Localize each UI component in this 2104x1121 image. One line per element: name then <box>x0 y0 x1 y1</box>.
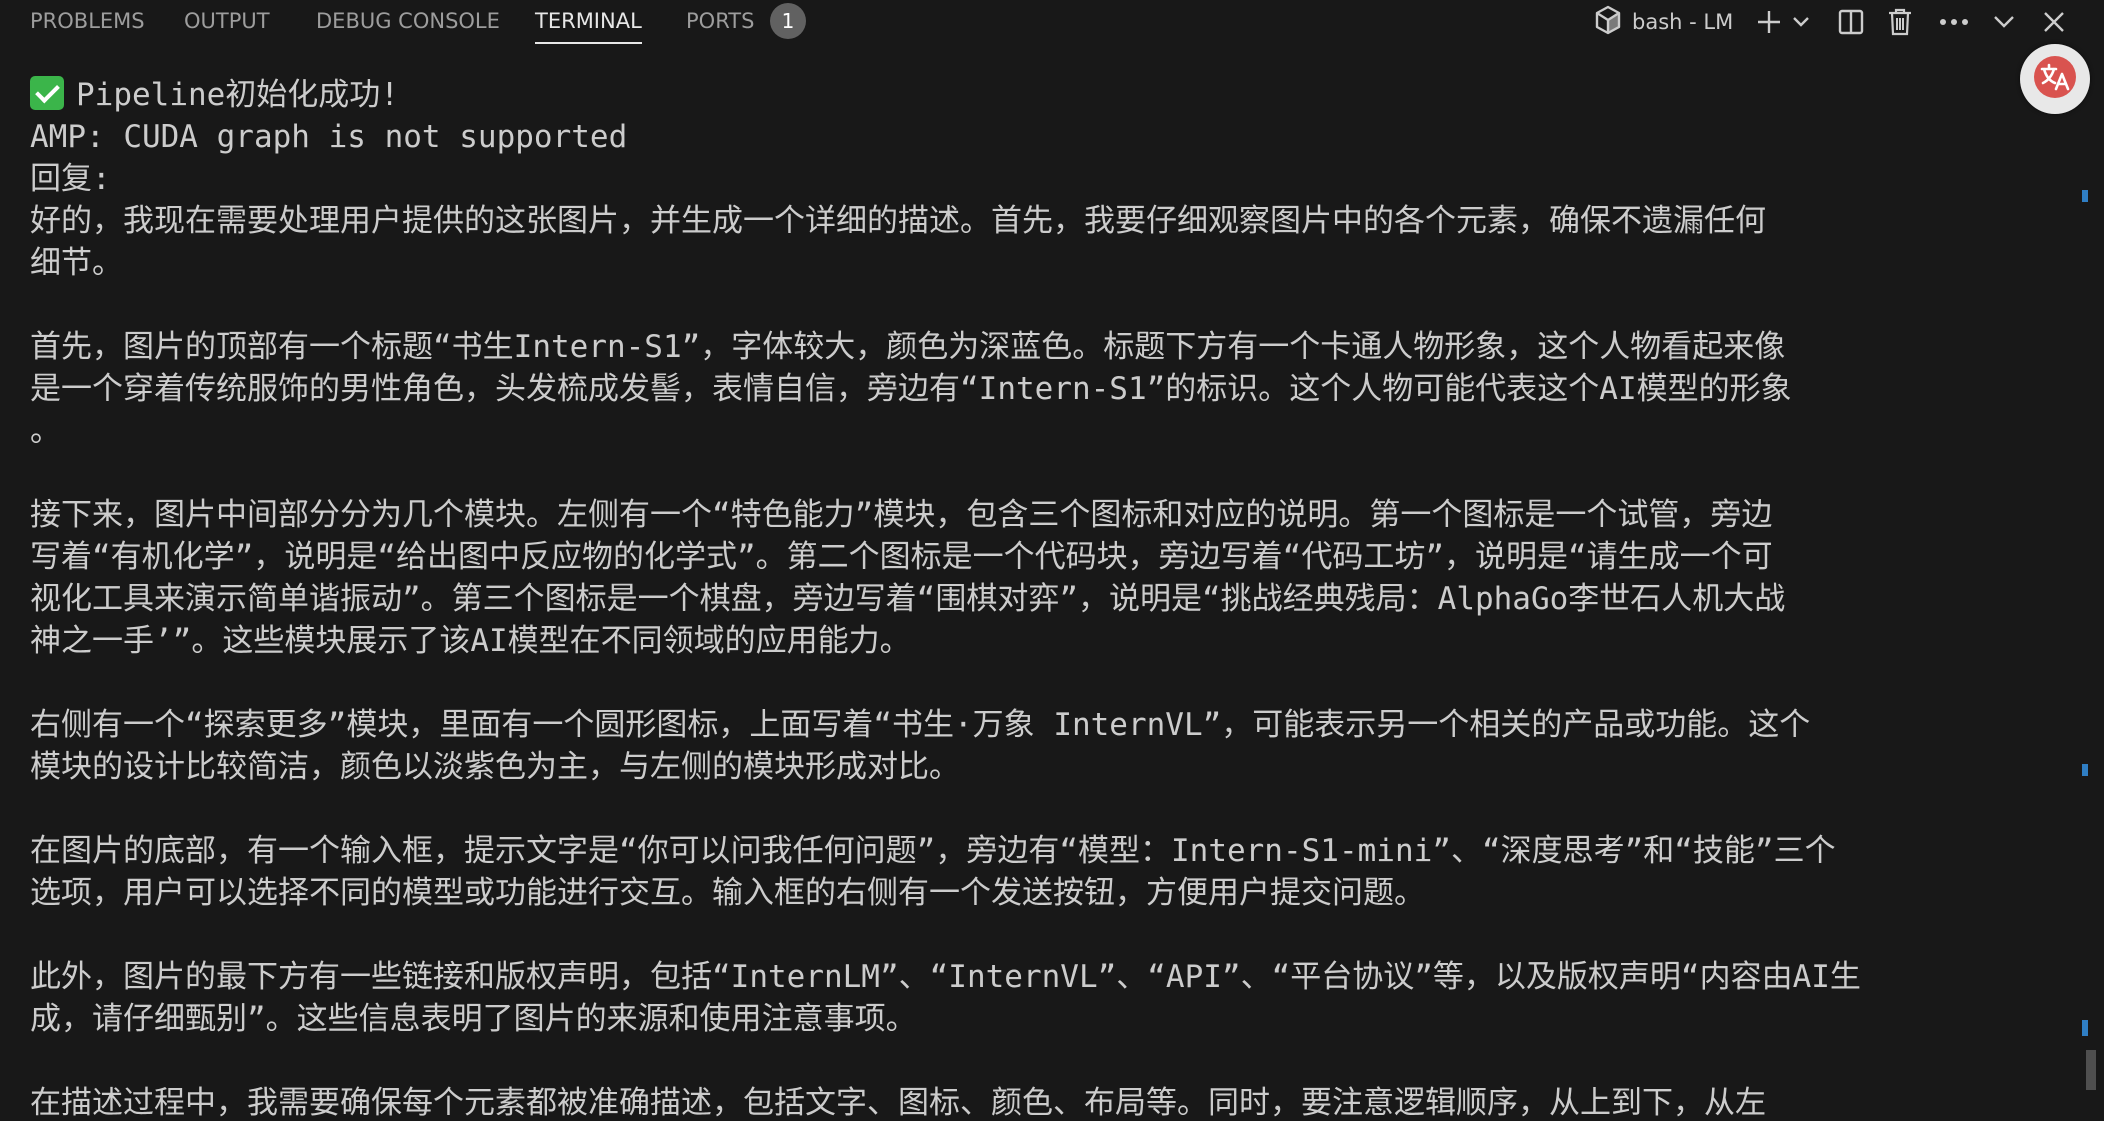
terminal-line: 首先，图片的顶部有一个标题“书生Intern-S1”，字体较大，颜色为深蓝色。标… <box>30 329 1786 365</box>
terminal-line: 好的，我现在需要处理用户提供的这张图片，并生成一个详细的描述。首先，我要仔细观察… <box>30 203 1766 239</box>
terminal-line: 右侧有一个“探索更多”模块，里面有一个圆形图标，上面写着“书生·万象 Inter… <box>30 707 1811 743</box>
terminal-line: 在图片的底部，有一个输入框，提示文字是“你可以问我任何问题”，旁边有“模型：In… <box>30 833 1836 869</box>
tab-debug-console[interactable]: DEBUG CONSOLE <box>316 0 500 44</box>
plus-icon[interactable] <box>1752 4 1786 40</box>
tab-terminal[interactable]: TERMINAL <box>535 0 642 44</box>
terminal-line: 在描述过程中，我需要确保每个元素都被准确描述，包括文字、图标、颜色、布局等。同时… <box>30 1085 1766 1121</box>
terminal-line: 此外，图片的最下方有一些链接和版权声明，包括“InternLM”、“Intern… <box>30 959 1861 995</box>
terminal-scrollbar[interactable] <box>2078 44 2092 1121</box>
maximize-panel-chevron-icon[interactable] <box>1986 4 2022 40</box>
terminal-line: AMP: CUDA graph is not supported <box>30 119 628 155</box>
trash-icon[interactable] <box>1882 4 1918 40</box>
scrollbar-marker <box>2082 1020 2088 1036</box>
terminal-line: 选项，用户可以选择不同的模型或功能进行交互。输入框的右侧有一个发送按钮，方便用户… <box>30 875 1425 911</box>
panel-header: PROBLEMS OUTPUT DEBUG CONSOLE TERMINAL P… <box>0 0 2104 44</box>
scrollbar-marker <box>2082 190 2088 202</box>
terminal-line: 成，请仔细甄别”。这些信息表明了图片的来源和使用注意事项。 <box>30 1001 917 1037</box>
ports-count-badge: 1 <box>770 3 806 39</box>
terminal-line: Pipeline初始化成功! <box>30 74 2060 116</box>
terminal-line: 是一个穿着传统服饰的男性角色，头发梳成发髻，表情自信，旁边有“Intern-S1… <box>30 371 1792 407</box>
terminal-line: 。 <box>30 413 61 449</box>
chevron-down-icon[interactable] <box>1786 4 1816 40</box>
ellipsis-icon[interactable] <box>1934 4 1974 40</box>
translate-icon <box>2032 54 2078 104</box>
tab-output[interactable]: OUTPUT <box>184 0 270 44</box>
close-icon[interactable] <box>2036 4 2072 40</box>
scrollbar-marker <box>2082 764 2088 776</box>
tab-ports[interactable]: PORTS <box>686 0 754 44</box>
terminal-line: 回复: <box>30 161 111 197</box>
terminal-line: 模块的设计比较简洁，颜色以淡紫色为主，与左侧的模块形成对比。 <box>30 749 960 785</box>
terminal-line: 细节。 <box>30 245 123 281</box>
check-mark-icon <box>30 76 64 110</box>
terminal-name-label: bash - LM <box>1632 10 1734 34</box>
split-icon[interactable] <box>1833 4 1869 40</box>
terminal-output[interactable]: Pipeline初始化成功! AMP: CUDA graph is not su… <box>30 74 2060 1121</box>
tab-problems[interactable]: PROBLEMS <box>30 0 145 44</box>
scrollbar-thumb[interactable] <box>2086 1050 2096 1090</box>
terminal-line: 视化工具来演示简单谐振动”。第三个图标是一个棋盘，旁边写着“围棋对弈”，说明是“… <box>30 581 1786 617</box>
terminal-cube-icon <box>1594 5 1622 39</box>
terminal-line: 写着“有机化学”，说明是“给出图中反应物的化学式”。第二个图标是一个代码块，旁边… <box>30 539 1773 575</box>
terminal-line: 神之一手’”。这些模块展示了该AI模型在不同领域的应用能力。 <box>30 623 911 659</box>
terminal-line: 接下来，图片中间部分分为几个模块。左侧有一个“特色能力”模块，包含三个图标和对应… <box>30 497 1773 533</box>
terminal-selector[interactable]: bash - LM <box>1594 4 1733 40</box>
